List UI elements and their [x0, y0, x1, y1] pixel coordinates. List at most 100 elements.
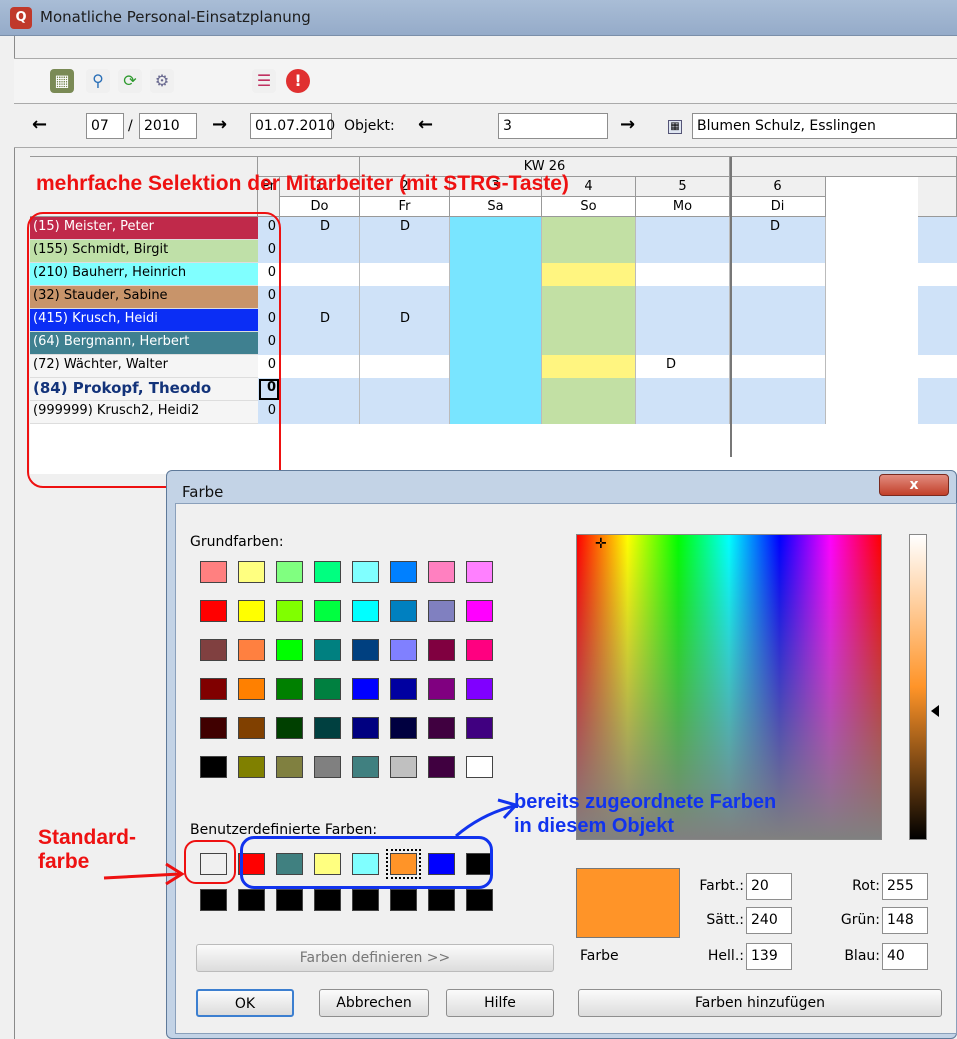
shift-cell[interactable]	[280, 401, 360, 424]
basic-color-swatch[interactable]	[200, 756, 227, 778]
shift-cell-partial[interactable]	[918, 378, 957, 401]
basic-color-swatch[interactable]	[200, 600, 227, 622]
shift-cell[interactable]: D	[280, 217, 360, 240]
shift-cell[interactable]	[636, 240, 730, 263]
add-colors-button[interactable]: Farben hinzufügen	[578, 989, 942, 1017]
shift-cell[interactable]	[360, 240, 450, 263]
calendar-icon[interactable]: ▦	[50, 69, 74, 93]
basic-color-swatch[interactable]	[276, 639, 303, 661]
basic-color-swatch[interactable]	[428, 600, 455, 622]
shift-cell[interactable]	[360, 263, 450, 286]
basic-color-swatch[interactable]	[390, 717, 417, 739]
luminance-marker-icon[interactable]	[931, 705, 939, 718]
custom-color-swatch[interactable]	[314, 889, 341, 911]
basic-color-swatch[interactable]	[390, 678, 417, 700]
basic-color-swatch[interactable]	[466, 717, 493, 739]
shift-cell[interactable]	[730, 263, 826, 286]
shift-cell[interactable]	[542, 217, 636, 240]
spectrum-crosshair-icon[interactable]: ✛	[595, 537, 609, 551]
shift-cell[interactable]	[636, 378, 730, 401]
shift-cell-partial[interactable]	[918, 286, 957, 309]
shift-cell[interactable]	[450, 332, 542, 355]
basic-color-swatch[interactable]	[200, 639, 227, 661]
custom-color-swatch[interactable]	[352, 889, 379, 911]
shift-cell[interactable]	[730, 309, 826, 332]
custom-color-swatch[interactable]	[238, 889, 265, 911]
shift-cell[interactable]	[542, 263, 636, 286]
shift-cell[interactable]	[636, 332, 730, 355]
close-button[interactable]: x	[879, 474, 949, 496]
ok-button[interactable]: OK	[196, 989, 294, 1017]
shift-cell[interactable]	[450, 401, 542, 424]
shift-cell-partial[interactable]	[918, 263, 957, 286]
shift-cell-partial[interactable]	[918, 355, 957, 378]
shift-cell-partial[interactable]	[918, 309, 957, 332]
shift-cell[interactable]	[636, 309, 730, 332]
shift-cell[interactable]	[280, 332, 360, 355]
basic-color-swatch[interactable]	[352, 717, 379, 739]
basic-color-swatch[interactable]	[428, 717, 455, 739]
basic-color-swatch[interactable]	[314, 561, 341, 583]
help-button[interactable]: Hilfe	[446, 989, 554, 1017]
shift-cell[interactable]	[450, 263, 542, 286]
custom-color-swatch[interactable]	[466, 889, 493, 911]
shift-cell[interactable]	[636, 263, 730, 286]
custom-color-swatch[interactable]	[428, 889, 455, 911]
shift-cell[interactable]	[360, 332, 450, 355]
saturation-input[interactable]: 240	[746, 907, 792, 934]
shift-cell[interactable]	[280, 240, 360, 263]
basic-color-swatch[interactable]	[352, 561, 379, 583]
next-month-arrow-icon[interactable]: →	[212, 114, 227, 135]
shift-cell-partial[interactable]	[918, 401, 957, 424]
cancel-button[interactable]: Abbrechen	[319, 989, 429, 1017]
basic-color-swatch[interactable]	[276, 600, 303, 622]
basic-color-swatch[interactable]	[238, 756, 265, 778]
basic-color-swatch[interactable]	[314, 717, 341, 739]
shift-cell[interactable]	[542, 240, 636, 263]
red-input[interactable]: 255	[882, 873, 928, 900]
prev-object-arrow-icon[interactable]: ←	[418, 114, 433, 135]
basic-color-swatch[interactable]	[390, 561, 417, 583]
basic-color-swatch[interactable]	[238, 678, 265, 700]
shift-cell[interactable]	[636, 217, 730, 240]
shift-cell[interactable]	[542, 401, 636, 424]
gear-icon[interactable]: ⚙	[150, 69, 174, 93]
basic-color-swatch[interactable]	[390, 600, 417, 622]
shift-cell[interactable]: D	[636, 355, 730, 378]
shift-cell-partial[interactable]	[918, 332, 957, 355]
basic-color-swatch[interactable]	[390, 756, 417, 778]
prev-month-arrow-icon[interactable]: ←	[32, 114, 47, 135]
shift-cell[interactable]	[636, 401, 730, 424]
shift-cell[interactable]	[730, 332, 826, 355]
shift-cell[interactable]	[450, 286, 542, 309]
shift-cell[interactable]	[730, 378, 826, 401]
shift-cell[interactable]	[542, 378, 636, 401]
search-icon[interactable]: ⚲	[86, 69, 110, 93]
shift-cell[interactable]	[542, 286, 636, 309]
table-icon[interactable]: ▦	[668, 120, 682, 134]
object-number-input[interactable]: 3	[498, 113, 608, 139]
shift-cell[interactable]	[450, 355, 542, 378]
month-input[interactable]: 07	[86, 113, 124, 139]
basic-color-swatch[interactable]	[428, 639, 455, 661]
shift-cell[interactable]	[730, 401, 826, 424]
shift-cell[interactable]	[360, 355, 450, 378]
basic-color-swatch[interactable]	[238, 561, 265, 583]
alert-icon[interactable]: !	[286, 69, 310, 93]
blue-input[interactable]: 40	[882, 943, 928, 970]
hue-input[interactable]: 20	[746, 873, 792, 900]
basic-color-swatch[interactable]	[276, 717, 303, 739]
basic-color-swatch[interactable]	[200, 678, 227, 700]
basic-color-swatch[interactable]	[276, 678, 303, 700]
shift-cell[interactable]	[450, 217, 542, 240]
shift-cell[interactable]	[280, 355, 360, 378]
define-colors-button[interactable]: Farben definieren >>	[196, 944, 554, 972]
basic-color-swatch[interactable]	[390, 639, 417, 661]
shift-cell[interactable]	[542, 332, 636, 355]
shift-cell[interactable]	[542, 355, 636, 378]
shift-cell[interactable]	[730, 355, 826, 378]
shift-cell[interactable]	[730, 286, 826, 309]
basic-color-swatch[interactable]	[466, 600, 493, 622]
shift-cell[interactable]: D	[730, 217, 826, 240]
luminance-slider[interactable]	[909, 534, 927, 840]
